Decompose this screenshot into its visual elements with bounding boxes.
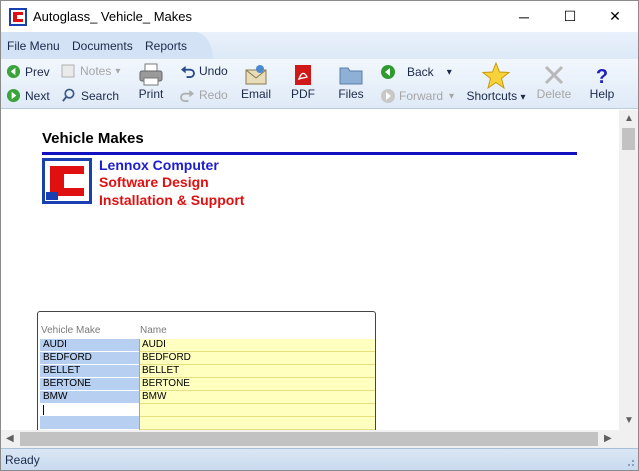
row-divider [140, 416, 375, 417]
horizontal-scroll-thumb[interactable] [20, 432, 598, 446]
resize-grip-icon[interactable] [625, 457, 635, 467]
status-text: Ready [5, 453, 40, 467]
undo-icon [181, 65, 195, 78]
back-dropdown-icon[interactable]: ▾ [447, 67, 452, 78]
next-button[interactable]: Next [6, 88, 50, 103]
cell-name[interactable]: BMW [139, 391, 375, 404]
cell-vehicle-make[interactable]: AUDI [40, 339, 139, 352]
cell-vehicle-make[interactable]: BEDFORD [40, 352, 139, 365]
text-caret [43, 405, 44, 415]
company-logo-icon [42, 158, 92, 204]
back-button[interactable]: Back ▾ [380, 64, 452, 80]
vehicle-makes-grid[interactable]: Vehicle Make Name AUDI AUDI BEDFORD BEDF… [37, 311, 376, 430]
email-button[interactable]: Email [239, 63, 273, 101]
vertical-scroll-thumb[interactable] [622, 128, 635, 150]
cell-vehicle-make[interactable]: BELLET [40, 365, 139, 378]
forward-arrow-icon [381, 89, 395, 103]
horizontal-scrollbar[interactable]: ◀ ▶ [1, 430, 638, 448]
menu-documents[interactable]: Documents [72, 39, 133, 53]
cell-name[interactable]: BEDFORD [139, 352, 375, 365]
menu-bar: File Menu Documents Reports [1, 32, 638, 59]
maximize-button[interactable]: ☐ [547, 1, 593, 32]
pdf-label: PDF [291, 87, 315, 101]
delete-label: Delete [536, 87, 572, 101]
forward-button[interactable]: Forward ▾ [380, 88, 454, 104]
column-header-name[interactable]: Name [140, 325, 167, 336]
search-label: Search [81, 88, 120, 103]
scroll-left-icon[interactable]: ◀ [6, 433, 14, 444]
title-bar[interactable]: Autoglass_ Vehicle_ Makes ─ ☐ ✕ [1, 1, 638, 32]
files-label: Files [338, 87, 364, 101]
status-bar: Ready [1, 448, 638, 470]
help-question-icon: ? [596, 66, 608, 87]
company-name: Lennox Computer [99, 157, 219, 173]
scroll-up-icon[interactable]: ▲ [624, 113, 634, 124]
new-row-input[interactable] [40, 403, 139, 416]
email-icon [245, 65, 267, 85]
arrow-left-circle-icon [6, 64, 21, 79]
printer-icon [139, 63, 163, 86]
search-icon [62, 88, 75, 102]
window-title: Autoglass_ Vehicle_ Makes [33, 9, 192, 24]
cell-name[interactable]: AUDI [139, 339, 375, 352]
document-view[interactable]: Vehicle Makes Lennox Computer Software D… [3, 110, 619, 430]
folder-icon [339, 67, 363, 85]
next-label: Next [25, 88, 50, 103]
search-button[interactable]: Search [61, 88, 119, 103]
redo-label: Redo [199, 88, 228, 102]
files-button[interactable]: Files [336, 63, 366, 101]
delete-x-icon [544, 65, 564, 85]
shortcuts-label: Shortcuts [466, 89, 518, 103]
title-divider [42, 152, 577, 155]
scroll-right-icon[interactable]: ▶ [604, 433, 612, 444]
undo-label: Undo [199, 64, 228, 78]
forward-label: Forward [399, 89, 444, 103]
email-label: Email [240, 87, 271, 101]
redo-icon [180, 89, 194, 102]
shortcuts-button[interactable]: Shortcuts ▾ [461, 62, 531, 103]
shortcuts-dropdown-icon[interactable]: ▾ [521, 92, 526, 103]
cell-vehicle-make[interactable]: BERTONE [40, 378, 139, 391]
vertical-scrollbar[interactable]: ▲ ▼ [619, 110, 638, 430]
undo-button[interactable]: Undo [180, 64, 228, 78]
print-label: Print [138, 87, 164, 101]
notes-label: Notes [80, 64, 112, 78]
cell-name[interactable]: BERTONE [139, 378, 375, 391]
menu-reports[interactable]: Reports [145, 39, 187, 53]
forward-dropdown-icon[interactable]: ▾ [449, 91, 454, 102]
back-arrow-icon [381, 65, 395, 79]
redo-button[interactable]: Redo [180, 88, 228, 102]
help-label: Help [589, 87, 615, 101]
pdf-icon [295, 65, 311, 85]
delete-button[interactable]: Delete [536, 63, 572, 101]
scroll-down-icon[interactable]: ▼ [624, 415, 634, 426]
app-window: Autoglass_ Vehicle_ Makes ─ ☐ ✕ File Men… [0, 0, 639, 471]
company-tagline-2: Installation & Support [99, 192, 245, 208]
company-tagline-1: Software Design [99, 174, 209, 190]
help-button[interactable]: ? Help [588, 63, 616, 101]
prev-button[interactable]: Prev [6, 64, 50, 79]
notes-icon [61, 64, 75, 78]
notes-dropdown-icon: ▾ [115, 65, 121, 77]
toolbar: Prev Next Notes ▾ Search Print Undo Redo… [1, 59, 638, 109]
cell-vehicle-make[interactable]: BMW [40, 391, 139, 404]
prev-label: Prev [25, 64, 50, 79]
back-label: Back [407, 65, 434, 79]
svg-text:?: ? [596, 66, 608, 87]
pdf-button[interactable]: PDF [289, 63, 317, 101]
print-button[interactable]: Print [135, 63, 167, 101]
page-title: Vehicle Makes [42, 130, 144, 147]
notes-button[interactable]: Notes ▾ [61, 64, 120, 78]
menu-file[interactable]: File Menu [7, 39, 60, 53]
column-header-vehicle-make[interactable]: Vehicle Make [41, 325, 100, 336]
app-logo-icon [9, 8, 27, 26]
arrow-right-circle-icon [6, 88, 21, 103]
close-button[interactable]: ✕ [592, 1, 638, 32]
cell-name[interactable]: BELLET [139, 365, 375, 378]
minimize-button[interactable]: ─ [501, 1, 547, 32]
star-icon [482, 62, 510, 89]
